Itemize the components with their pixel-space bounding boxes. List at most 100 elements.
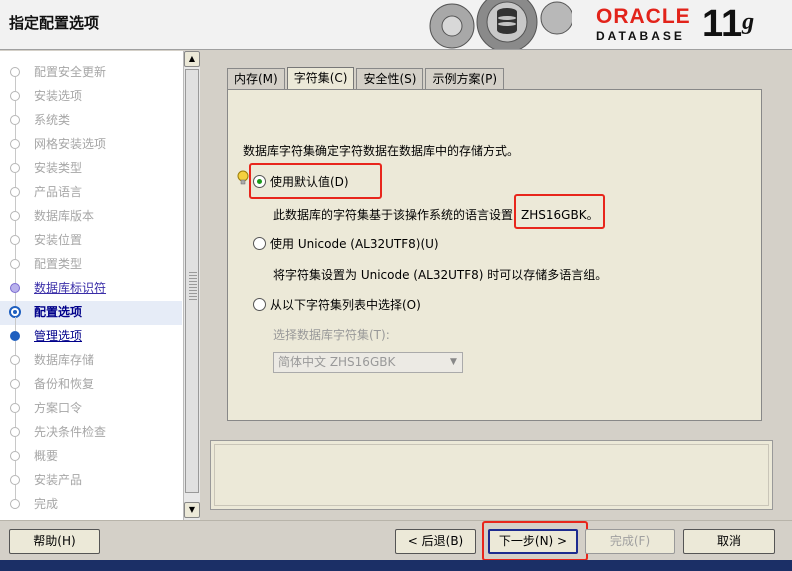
sidebar-step-item: 完成: [0, 485, 182, 517]
radio-unicode-indicator[interactable]: [253, 237, 266, 250]
sidebar-step-item: 数据库版本: [0, 197, 182, 229]
step-marker-icon: [10, 475, 20, 485]
oracle-logo-subtitle: DATABASE: [596, 29, 685, 43]
sidebar-step-label: 概要: [34, 449, 59, 463]
highlight-charset-value: [514, 194, 605, 229]
help-button[interactable]: 帮助(H): [9, 529, 100, 554]
oracle-logo-word: ORACLE: [596, 5, 691, 28]
chevron-down-icon: ▼: [450, 357, 457, 367]
scroll-down-button[interactable]: ▼: [184, 502, 200, 518]
sidebar-step-label: 产品语言: [34, 185, 83, 199]
finish-button[interactable]: 完成(F): [585, 529, 675, 554]
tab-security[interactable]: 安全性(S): [356, 68, 424, 89]
step-connector: [15, 245, 16, 259]
sidebar-step-label: 系统类: [34, 113, 71, 127]
scroll-grip-icon: [189, 270, 197, 300]
step-marker-icon: [10, 331, 20, 341]
charset-description: 数据库字符集确定字符数据在数据库中的存储方式。: [243, 144, 520, 158]
tab-sample-schemas[interactable]: 示例方案(P): [425, 68, 505, 89]
step-marker-icon: [10, 163, 20, 173]
step-connector: [15, 149, 16, 163]
step-connector: [15, 125, 16, 139]
step-marker-icon: [10, 355, 20, 365]
step-connector: [15, 461, 16, 475]
sidebar-step-item[interactable]: 数据库标识符: [0, 269, 182, 301]
step-connector: [15, 389, 16, 403]
step-marker-icon: [10, 499, 20, 509]
step-connector: [15, 77, 16, 91]
scroll-up-button[interactable]: ▲: [184, 51, 200, 67]
steps-scrollbar[interactable]: ▲ ▼: [183, 51, 200, 520]
sidebar-step-item: 安装类型: [0, 149, 182, 181]
sidebar-step-label: 数据库标识符: [34, 281, 107, 295]
tab-bar: 内存(M) 字符集(C) 安全性(S) 示例方案(P): [227, 67, 506, 90]
radio-list-indicator[interactable]: [253, 298, 266, 311]
sidebar-step-item: 网格安装选项: [0, 125, 182, 157]
highlight-next-button: [482, 521, 588, 561]
step-connector: [15, 485, 16, 499]
sidebar-step-item[interactable]: 配置选项: [0, 293, 182, 325]
sidebar-step-label: 安装类型: [34, 161, 83, 175]
sidebar-step-item[interactable]: 管理选项: [0, 317, 182, 349]
version-suffix: g: [742, 9, 755, 35]
step-connector: [15, 413, 16, 427]
sidebar-step-item: 数据库存储: [0, 341, 182, 373]
step-connector: [15, 341, 16, 355]
sidebar-step-item: 配置安全更新: [0, 61, 182, 85]
page-title: 指定配置选项: [9, 14, 100, 32]
back-button[interactable]: < 后退(B): [395, 529, 476, 554]
radio-use-unicode[interactable]: 使用 Unicode (AL32UTF8)(U): [253, 235, 439, 252]
tab-charset[interactable]: 字符集(C): [286, 67, 355, 90]
sidebar-step-item: 概要: [0, 437, 182, 469]
step-marker-icon: [10, 211, 20, 221]
step-marker-icon: [10, 379, 20, 389]
message-area: [210, 440, 773, 510]
steps-panel: 配置安全更新 安装选项系统类网格安装选项 安装类型产品语言 数据库版本安装位置 配置类型…: [0, 51, 200, 520]
gears-database-graphic: [429, 0, 572, 49]
sidebar-step-label: 安装产品: [34, 473, 83, 487]
step-connector: [15, 197, 16, 211]
sidebar-step-item: 安装选项: [0, 77, 182, 109]
taskbar-strip: [0, 560, 792, 571]
sidebar-step-label: 网格安装选项: [34, 137, 107, 151]
sidebar-step-label: 备份和恢复: [34, 377, 95, 391]
charset-select[interactable]: 简体中文 ZHS16GBK ▼: [273, 352, 463, 373]
sidebar-step-label: 配置安全更新: [34, 65, 107, 79]
step-marker-icon: [10, 235, 20, 245]
highlight-default-option: [249, 163, 382, 199]
cancel-button[interactable]: 取消: [683, 529, 775, 554]
steps-list: 配置安全更新 安装选项系统类网格安装选项 安装类型产品语言 数据库版本安装位置 配置类型…: [0, 61, 182, 517]
step-marker-icon: [10, 283, 20, 293]
default-hint-prefix: 此数据库的字符集基于该操作系统的语言设置:: [273, 208, 518, 222]
step-marker-icon: [10, 451, 20, 461]
sidebar-step-item: 方案口令: [0, 389, 182, 421]
version-major: 11: [702, 3, 743, 45]
step-connector: [15, 101, 16, 115]
oracle-logo: ORACLE DATABASE: [596, 5, 691, 44]
step-connector: [15, 317, 16, 331]
sidebar-step-item: 安装产品: [0, 461, 182, 493]
sidebar-step-item: 产品语言: [0, 173, 182, 205]
button-bar: 帮助(H) < 后退(B) 下一步(N) > 完成(F) 取消: [0, 520, 792, 561]
tab-memory[interactable]: 内存(M): [227, 68, 285, 89]
sidebar-step-label: 完成: [34, 497, 59, 511]
step-marker-icon: [10, 67, 20, 77]
sidebar-step-item: 配置类型: [0, 245, 182, 277]
step-marker-icon: [10, 115, 20, 125]
sidebar-step-label: 安装位置: [34, 233, 83, 247]
main-content: 内存(M) 字符集(C) 安全性(S) 示例方案(P) 数据库字符集确定字符数据…: [210, 60, 774, 430]
header-banner: 指定配置选项 ORACLE DATABASE 11g: [0, 0, 792, 50]
sidebar-step-label: 配置选项: [34, 305, 83, 319]
version-mark: 11g: [702, 4, 754, 44]
sidebar-step-label: 安装选项: [34, 89, 83, 103]
sidebar-step-label: 方案口令: [34, 401, 83, 415]
scroll-thumb[interactable]: [185, 69, 199, 493]
step-connector: [15, 173, 16, 187]
charset-tab-panel: 数据库字符集确定字符数据在数据库中的存储方式。 使用默认值(D) 此数据库的字符…: [227, 89, 762, 421]
step-connector: [15, 269, 16, 283]
step-connector: [15, 293, 16, 307]
charset-select-label: 选择数据库字符集(T):: [273, 328, 390, 342]
radio-choose-list[interactable]: 从以下字符集列表中选择(O): [253, 296, 421, 313]
step-marker-icon: [10, 187, 20, 197]
step-marker-icon: [10, 427, 20, 437]
